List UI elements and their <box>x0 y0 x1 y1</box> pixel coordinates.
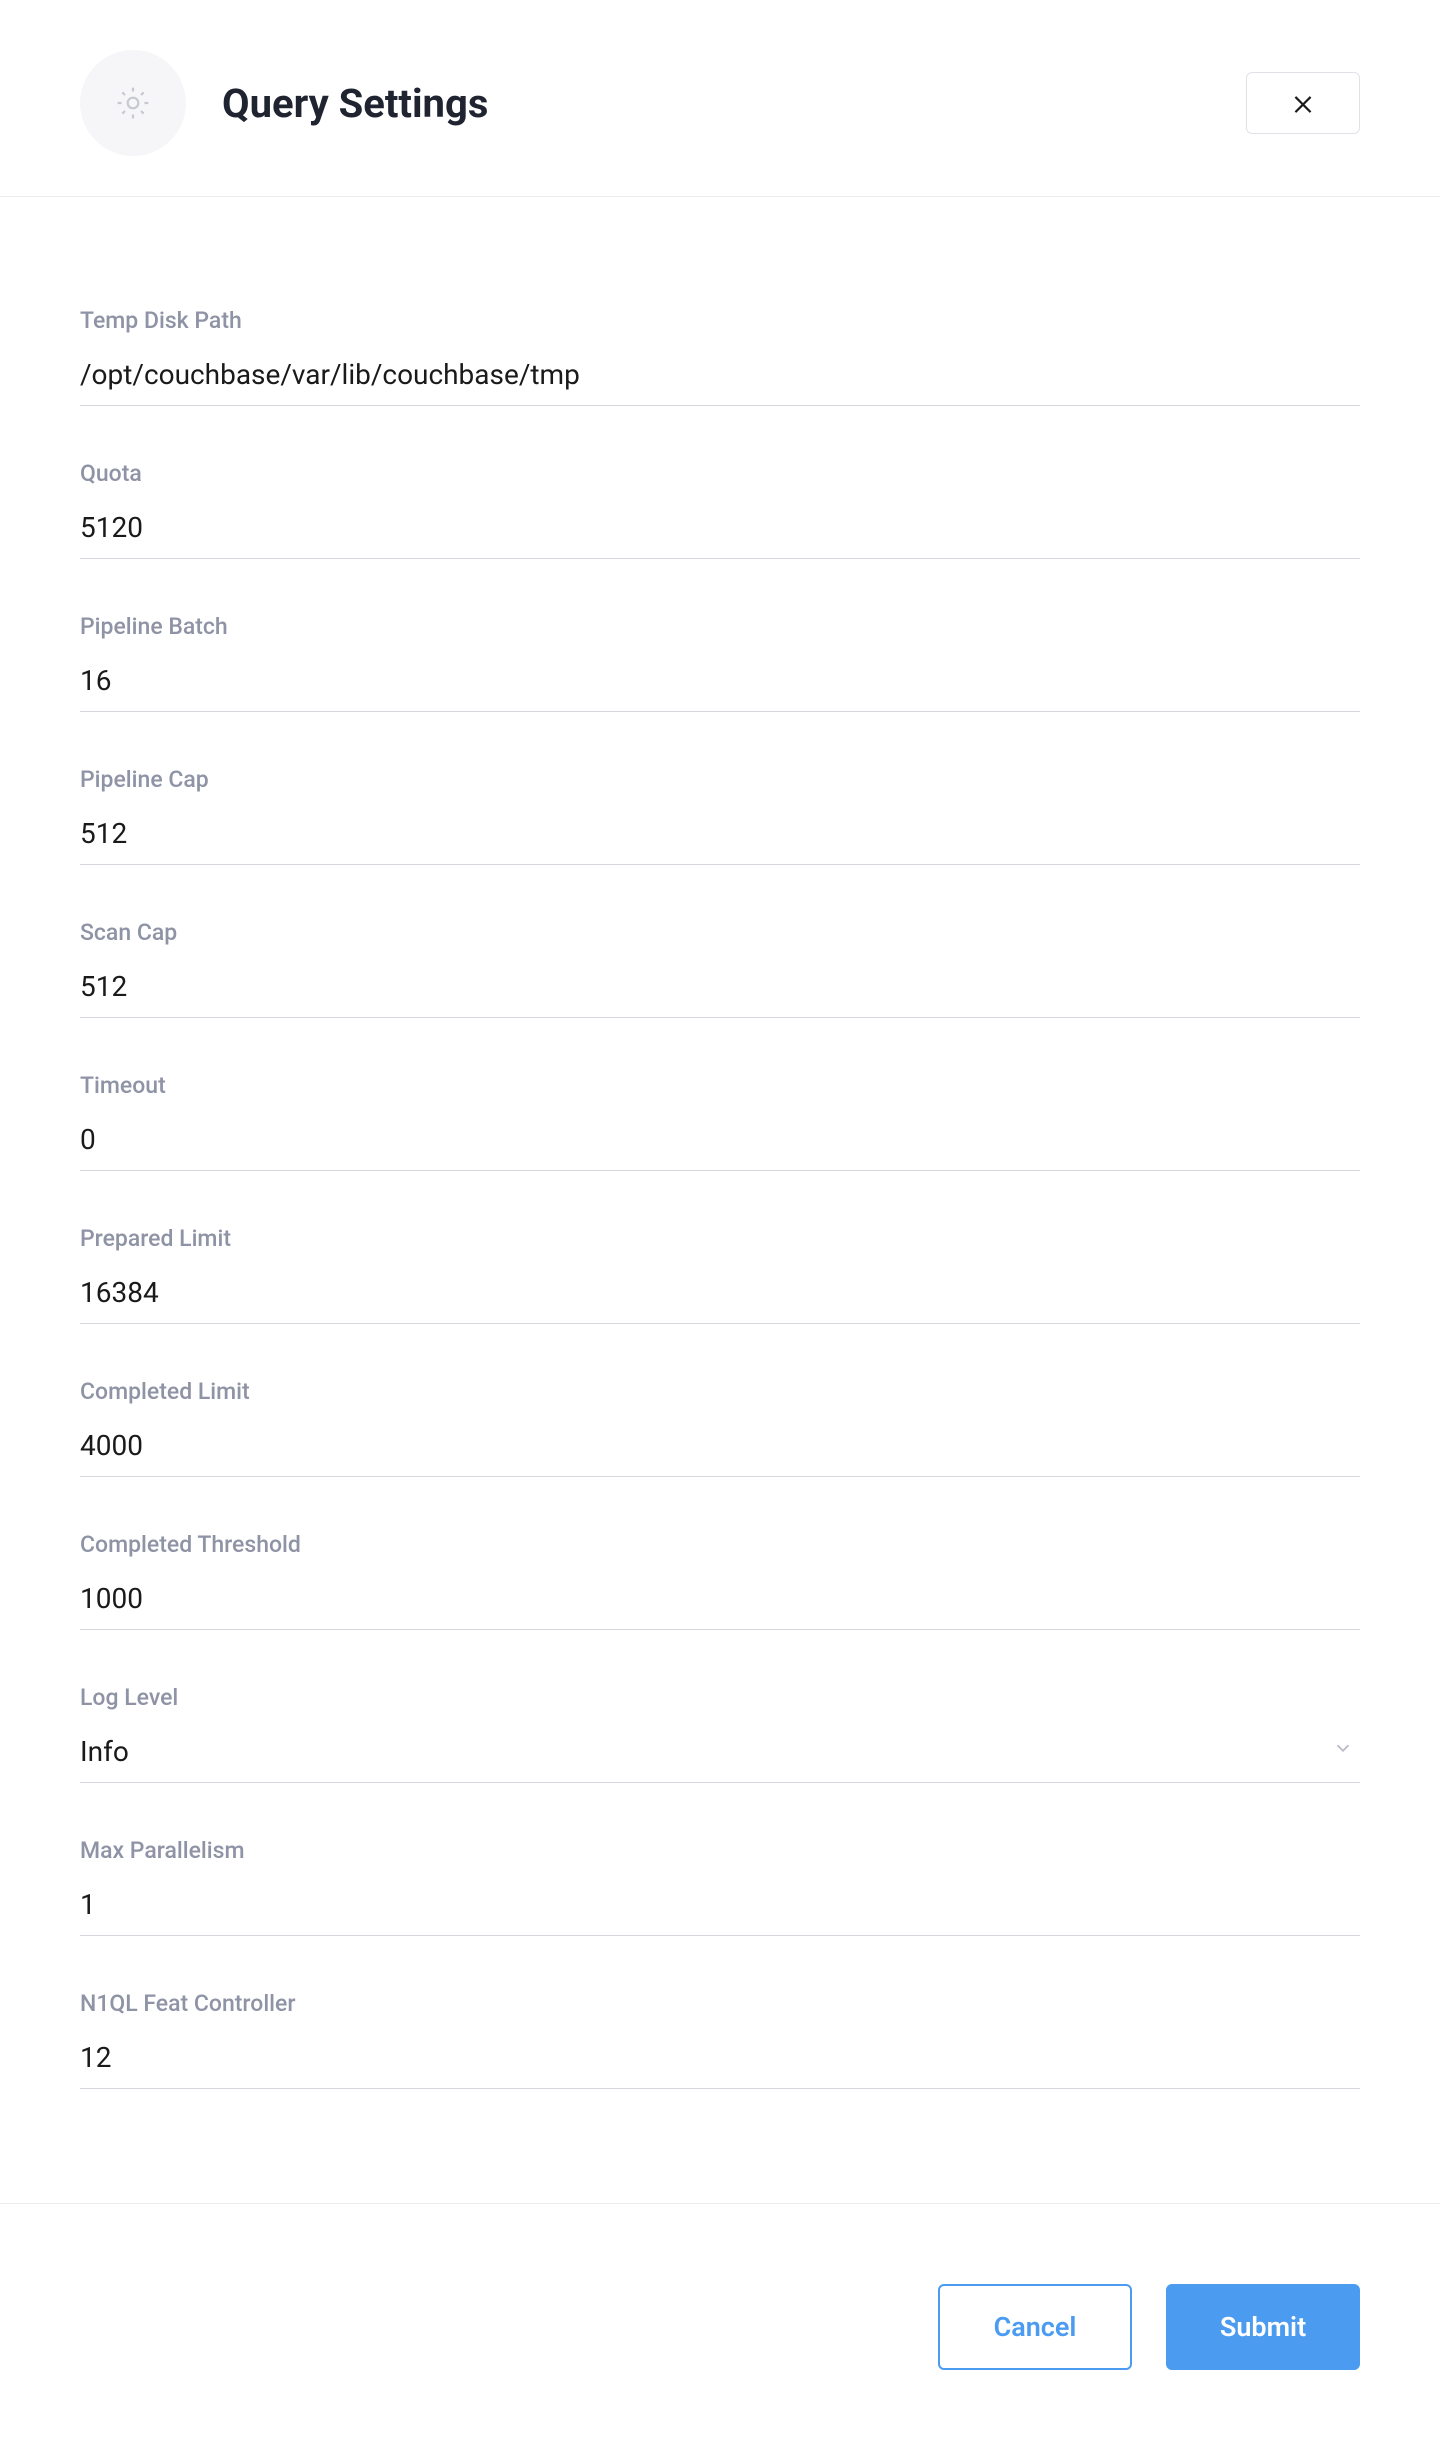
log-level-select[interactable] <box>80 1729 1360 1783</box>
dialog-title: Query Settings <box>222 80 1246 127</box>
field-timeout: Timeout <box>80 1072 1360 1171</box>
field-label: Pipeline Cap <box>80 766 1360 793</box>
field-label: Completed Threshold <box>80 1531 1360 1558</box>
field-label: Max Parallelism <box>80 1837 1360 1864</box>
max-parallelism-input[interactable] <box>80 1882 1360 1936</box>
dialog-body: Temp Disk Path Quota Pipeline Batch Pipe… <box>0 197 1440 2203</box>
temp-disk-path-input[interactable] <box>80 352 1360 406</box>
pipeline-batch-input[interactable] <box>80 658 1360 712</box>
field-pipeline-cap: Pipeline Cap <box>80 766 1360 865</box>
scan-cap-input[interactable] <box>80 964 1360 1018</box>
field-label: Prepared Limit <box>80 1225 1360 1252</box>
field-label: N1QL Feat Controller <box>80 1990 1360 2017</box>
close-icon <box>1290 90 1316 116</box>
field-label: Scan Cap <box>80 919 1360 946</box>
field-completed-limit: Completed Limit <box>80 1378 1360 1477</box>
field-n1ql-feat-controller: N1QL Feat Controller <box>80 1990 1360 2089</box>
cancel-button[interactable]: Cancel <box>938 2284 1132 2370</box>
field-label: Completed Limit <box>80 1378 1360 1405</box>
field-label: Quota <box>80 460 1360 487</box>
n1ql-feat-controller-input[interactable] <box>80 2035 1360 2089</box>
field-quota: Quota <box>80 460 1360 559</box>
query-settings-dialog: Query Settings Temp Disk Path Quota Pipe… <box>0 0 1440 2450</box>
dialog-header: Query Settings <box>0 0 1440 197</box>
quota-input[interactable] <box>80 505 1360 559</box>
field-scan-cap: Scan Cap <box>80 919 1360 1018</box>
completed-threshold-input[interactable] <box>80 1576 1360 1630</box>
field-label: Pipeline Batch <box>80 613 1360 640</box>
timeout-input[interactable] <box>80 1117 1360 1171</box>
field-completed-threshold: Completed Threshold <box>80 1531 1360 1630</box>
field-prepared-limit: Prepared Limit <box>80 1225 1360 1324</box>
dialog-footer: Cancel Submit <box>0 2203 1440 2450</box>
field-max-parallelism: Max Parallelism <box>80 1837 1360 1936</box>
field-label: Timeout <box>80 1072 1360 1099</box>
pipeline-cap-input[interactable] <box>80 811 1360 865</box>
field-label: Temp Disk Path <box>80 307 1360 334</box>
field-label: Log Level <box>80 1684 1360 1711</box>
completed-limit-input[interactable] <box>80 1423 1360 1477</box>
prepared-limit-input[interactable] <box>80 1270 1360 1324</box>
gear-icon <box>80 50 186 156</box>
field-pipeline-batch: Pipeline Batch <box>80 613 1360 712</box>
field-log-level: Log Level <box>80 1684 1360 1783</box>
close-button[interactable] <box>1246 72 1360 134</box>
submit-button[interactable]: Submit <box>1166 2284 1360 2370</box>
field-temp-disk-path: Temp Disk Path <box>80 307 1360 406</box>
